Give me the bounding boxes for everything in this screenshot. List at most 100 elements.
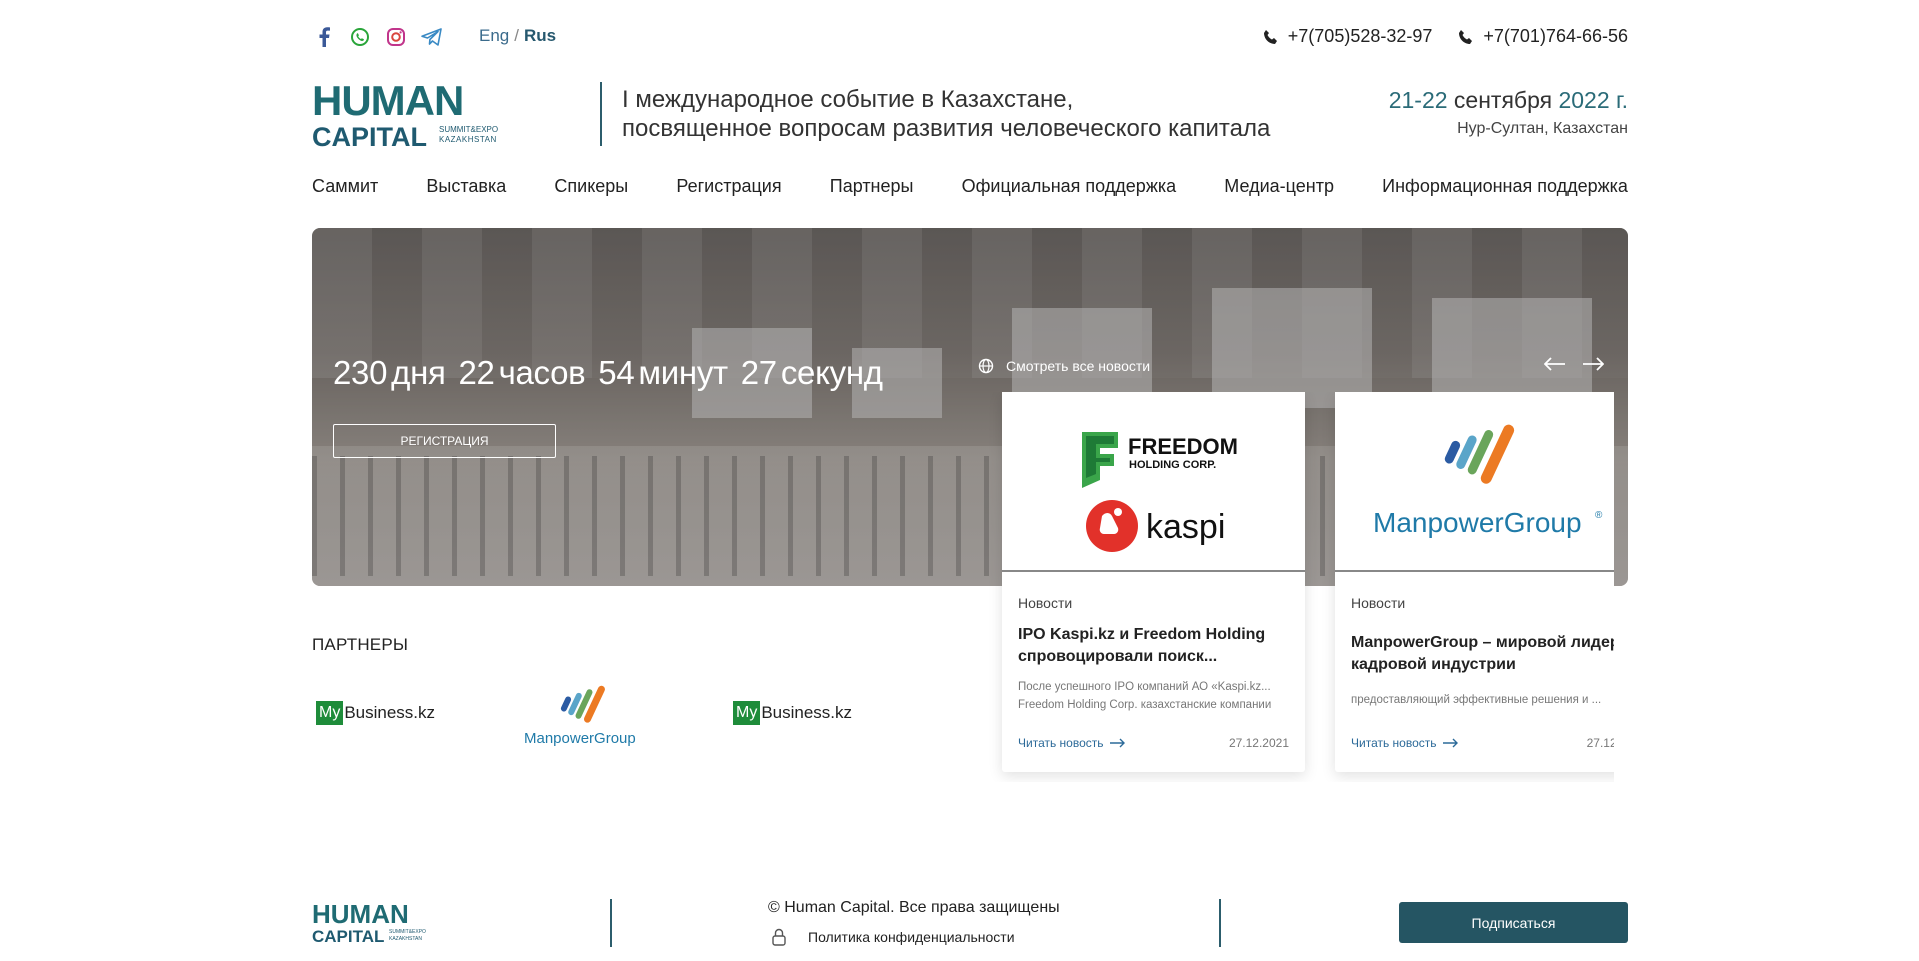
event-location: Нур-Султан, Казахстан bbox=[1457, 120, 1628, 137]
news-card-date: 27.12.202 bbox=[1586, 736, 1614, 750]
news-card-excerpt: После успешного IPO компаний АО «Kaspi.k… bbox=[1018, 681, 1272, 711]
news-card-excerpt: предоставляющий эффективные решения и ..… bbox=[1351, 694, 1602, 706]
date-days: 21-22 bbox=[1388, 87, 1448, 113]
svg-text:SUMMIT&EXPO: SUMMIT&EXPO bbox=[389, 929, 426, 935]
all-news-link[interactable]: Смотреть все новости bbox=[978, 358, 1150, 374]
nav-item-partners[interactable]: Партнеры bbox=[830, 176, 914, 197]
date-month: сентября bbox=[1453, 87, 1553, 113]
nav-item-info-support[interactable]: Информационная поддержка bbox=[1382, 176, 1628, 197]
footer-logo[interactable]: HUMAN CAPITAL SUMMIT&EXPO KAZAKHSTAN bbox=[312, 899, 437, 946]
countdown-seconds-value: 27 bbox=[740, 354, 777, 391]
footer-divider bbox=[610, 899, 612, 947]
read-news-label: Читать новость bbox=[1018, 736, 1104, 750]
all-news-label: Смотреть все новости bbox=[1006, 358, 1151, 374]
svg-text:ManpowerGroup: ManpowerGroup bbox=[524, 730, 636, 746]
top-bar: Eng / Rus +7(705)528-32-97 +7(701)764-66-5… bbox=[312, 22, 1628, 52]
news-card-category: Новости bbox=[1018, 595, 1073, 611]
partner-logo-mybusiness[interactable]: My Business.kz bbox=[316, 701, 435, 725]
news-card-image: FREEDOM HOLDING CORP. kaspi bbox=[1002, 392, 1305, 572]
svg-text:CAPITAL: CAPITAL bbox=[312, 927, 384, 944]
facebook-icon[interactable] bbox=[312, 25, 336, 49]
countdown-minutes-value: 54 bbox=[598, 354, 635, 391]
phone-item[interactable]: +7(705)528-32-97 bbox=[1263, 26, 1432, 47]
kaspi-logo: kaspi bbox=[1086, 500, 1225, 552]
svg-text:HUMAN: HUMAN bbox=[312, 902, 409, 929]
arrow-right-icon bbox=[1109, 738, 1125, 748]
partner-logo-mybusiness[interactable]: My Business.kz bbox=[733, 701, 852, 725]
social-links bbox=[312, 25, 444, 49]
tagline-line-1: I международное событие в Казахстане, bbox=[622, 86, 1074, 113]
mybusiness-logo-mark: My bbox=[733, 701, 761, 725]
copyright-text: © Human Capital. Все права защищены bbox=[768, 899, 1060, 916]
nav-item-summit[interactable]: Саммит bbox=[312, 176, 378, 197]
svg-text:ManpowerGroup: ManpowerGroup bbox=[1373, 507, 1582, 538]
news-card-category: Новости bbox=[1351, 595, 1406, 611]
event-dates: 21-22 сентября 2022 г. Нур-Султан, Казах… bbox=[1389, 87, 1628, 138]
event-tagline: I международное событие в Казахстане, по… bbox=[622, 85, 1270, 143]
nav-item-exhibition[interactable]: Выставка bbox=[426, 176, 506, 197]
arrow-right-icon[interactable] bbox=[1582, 357, 1604, 371]
countdown-days-label: дня bbox=[391, 354, 446, 391]
svg-text:kaspi: kaspi bbox=[1146, 508, 1225, 546]
tagline-line-2: посвященное вопросам развития человеческ… bbox=[622, 115, 1271, 142]
news-card-title[interactable]: IPO Kaspi.kz и Freedom Holding спровоцир… bbox=[1018, 624, 1290, 668]
event-date: 21-22 сентября 2022 г. bbox=[1389, 87, 1628, 114]
register-button[interactable]: РЕГИСТРАЦИЯ bbox=[333, 424, 556, 458]
whatsapp-icon[interactable] bbox=[348, 25, 372, 49]
privacy-policy-link[interactable]: Политика конфиденциальности bbox=[772, 928, 1015, 946]
phone-item[interactable]: +7(701)764-66-56 bbox=[1458, 26, 1628, 47]
logo-text-summit: SUMMIT&EXPO bbox=[439, 125, 498, 134]
nav-item-media-center[interactable]: Медиа-центр bbox=[1224, 176, 1334, 197]
footer-divider bbox=[1219, 899, 1221, 947]
svg-text:FREEDOM: FREEDOM bbox=[1128, 434, 1238, 459]
site-logo[interactable]: HUMAN CAPITAL SUMMIT&EXPO KAZAKHSTAN bbox=[312, 77, 517, 152]
manpowergroup-logo: ManpowerGroup ® bbox=[1373, 424, 1603, 538]
main-nav: Саммит Выставка Спикеры Регистрация Парт… bbox=[312, 176, 1628, 197]
subscribe-button[interactable]: Подписаться bbox=[1399, 902, 1628, 943]
news-card-date: 27.12.2021 bbox=[1228, 736, 1289, 750]
language-switcher: Eng / Rus bbox=[479, 26, 556, 46]
logo-text-human: HUMAN bbox=[312, 80, 463, 124]
lock-icon bbox=[772, 928, 786, 946]
nav-item-registration[interactable]: Регистрация bbox=[676, 176, 781, 197]
svg-text:HOLDING CORP.: HOLDING CORP. bbox=[1129, 459, 1216, 471]
news-carousel-controls bbox=[1544, 357, 1604, 371]
nav-item-speakers[interactable]: Спикеры bbox=[554, 176, 628, 197]
lang-eng-link[interactable]: Eng bbox=[479, 26, 509, 45]
svg-text:®: ® bbox=[1595, 510, 1603, 521]
mybusiness-logo-text: Business.kz bbox=[761, 703, 853, 722]
mybusiness-logo: My Business.kz bbox=[316, 701, 435, 725]
lang-separator: / bbox=[514, 26, 519, 45]
countdown-minutes-label: минут bbox=[638, 354, 728, 391]
countdown-hours-label: часов bbox=[498, 354, 586, 391]
arrow-right-icon bbox=[1442, 738, 1458, 748]
date-year: 2022 г. bbox=[1558, 87, 1628, 113]
news-carousel: FREEDOM HOLDING CORP. kaspi Новости IPO … bbox=[974, 392, 1614, 782]
svg-text:KAZAKHSTAN: KAZAKHSTAN bbox=[389, 936, 422, 942]
mybusiness-logo-mark: My bbox=[316, 701, 344, 725]
partner-logo-manpowergroup[interactable]: ManpowerGroup bbox=[522, 684, 652, 746]
news-card[interactable]: ManpowerGroup ® Новости ManpowerGroup – … bbox=[1335, 392, 1614, 772]
globe-icon bbox=[978, 358, 994, 374]
news-card-image: ManpowerGroup ® bbox=[1335, 392, 1614, 572]
countdown-hours-value: 22 bbox=[458, 354, 495, 391]
nav-item-official-support[interactable]: Официальная поддержка bbox=[962, 176, 1177, 197]
read-news-link[interactable]: Читать новость bbox=[1018, 736, 1126, 750]
lang-rus-link[interactable]: Rus bbox=[524, 26, 556, 45]
arrow-left-icon[interactable] bbox=[1544, 357, 1566, 371]
countdown-timer: 230 дня 22 часов 54 минут 27 секунд bbox=[333, 354, 887, 392]
news-card[interactable]: FREEDOM HOLDING CORP. kaspi Новости IPO … bbox=[1002, 392, 1305, 772]
mybusiness-logo-text: Business.kz bbox=[344, 703, 436, 722]
instagram-icon[interactable] bbox=[384, 25, 408, 49]
phone-number: +7(701)764-66-56 bbox=[1483, 26, 1628, 46]
countdown-seconds-label: секунд bbox=[780, 354, 883, 391]
countdown-days-value: 230 bbox=[333, 354, 388, 391]
logo-text-kazakhstan: KAZAKHSTAN bbox=[439, 135, 497, 144]
partners-heading: ПАРТНЕРЫ bbox=[312, 635, 409, 654]
read-news-link[interactable]: Читать новость bbox=[1351, 736, 1459, 750]
telegram-icon[interactable] bbox=[420, 25, 444, 49]
news-card-title[interactable]: ManpowerGroup – мировой лидер кадровой и… bbox=[1351, 632, 1614, 676]
phone-icon bbox=[1459, 29, 1473, 44]
phone-list: +7(705)528-32-97 +7(701)764-66-56 bbox=[1263, 26, 1628, 47]
freedom-logo: FREEDOM HOLDING CORP. bbox=[1082, 432, 1238, 488]
